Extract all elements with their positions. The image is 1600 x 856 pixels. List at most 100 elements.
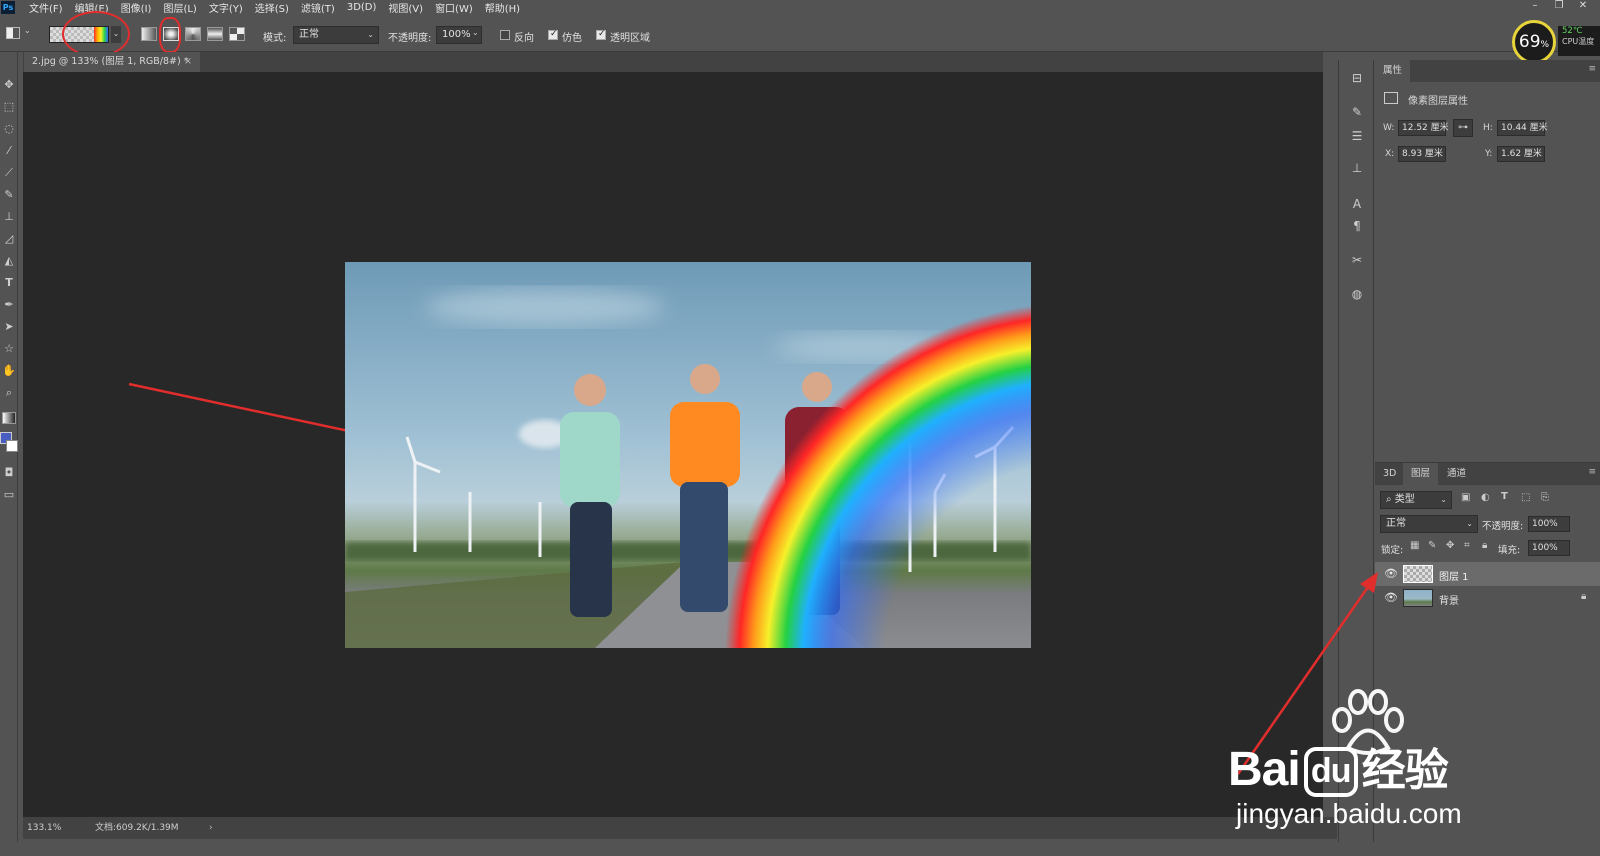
gradient-tool-preset-icon[interactable] — [6, 27, 20, 39]
reverse-label: 反向 — [514, 33, 534, 44]
cpu-usage-widget[interactable]: 69% — [1512, 20, 1556, 64]
layer-name[interactable]: 图层 1 — [1439, 568, 1469, 583]
lock-position-icon[interactable]: ✥ — [1446, 540, 1454, 551]
panel-menu-icon[interactable]: ≡ — [1588, 467, 1596, 477]
eyedropper-tool-icon[interactable]: ⟋ — [2, 166, 16, 180]
menu-layer[interactable]: 图层(L) — [163, 0, 196, 15]
tool-presets-panel-icon[interactable]: ✂ — [1349, 252, 1365, 268]
filter-type-icon[interactable]: T — [1501, 491, 1508, 502]
dither-checkbox[interactable] — [548, 29, 558, 40]
menu-type[interactable]: 文字(Y) — [209, 0, 243, 15]
cpu-temp-label: CPU温度 — [1562, 37, 1595, 46]
filter-pixel-icon[interactable]: ▣ — [1461, 492, 1470, 503]
linear-gradient-button[interactable] — [141, 27, 157, 41]
lasso-tool-icon[interactable]: ◌ — [2, 122, 16, 136]
paragraph-panel-icon[interactable]: ¶ — [1349, 218, 1365, 234]
transparency-label: 透明区域 — [610, 33, 650, 44]
zoom-tool-icon[interactable]: ⌕ — [2, 386, 16, 400]
gradient-tool-icon[interactable] — [2, 412, 16, 424]
tab-3d[interactable]: 3D — [1375, 463, 1404, 485]
brush-tool-icon[interactable]: ✎ — [2, 188, 16, 202]
minimize-button[interactable]: – — [1524, 0, 1546, 12]
close-button[interactable]: ✕ — [1572, 0, 1594, 12]
filter-smart-object-icon[interactable]: ⎘ — [1541, 492, 1549, 503]
y-field[interactable]: 1.62 厘米 — [1497, 146, 1545, 162]
chevron-down-icon: ⌄ — [1440, 495, 1447, 504]
tab-channels[interactable]: 通道 — [1439, 463, 1474, 485]
width-field[interactable]: 12.52 厘米 — [1398, 120, 1449, 136]
panel-menu-icon[interactable]: ≡ — [1588, 64, 1596, 74]
menu-file[interactable]: 文件(F) — [29, 0, 63, 15]
filter-shape-icon[interactable]: ⬚ — [1521, 492, 1530, 503]
close-tab-icon[interactable]: × — [184, 52, 192, 72]
libraries-panel-icon[interactable]: ◍ — [1349, 286, 1365, 302]
tab-layers[interactable]: 图层 — [1403, 463, 1439, 485]
document-size: 文档:609.2K/1.39M — [95, 823, 179, 833]
menu-view[interactable]: 视图(V) — [388, 0, 423, 15]
angle-gradient-button[interactable] — [185, 27, 201, 41]
layer-opacity-field[interactable]: 100% — [1528, 516, 1570, 532]
eraser-tool-icon[interactable]: ◿ — [2, 232, 16, 246]
pen-tool-icon[interactable]: ✒ — [2, 298, 16, 312]
shape-tool-icon[interactable]: ☆ — [2, 342, 16, 356]
chevron-down-icon[interactable]: ⌄ — [24, 26, 31, 35]
layer-filter-dropdown[interactable]: ⌕ 类型 ⌄ — [1380, 491, 1452, 509]
blend-mode-dropdown[interactable]: 正常 ⌄ — [293, 26, 379, 44]
watermark-url: jingyan.baidu.com — [1236, 798, 1462, 829]
watermark-brand-jingyan: 经验 — [1361, 746, 1449, 795]
tab-properties[interactable]: 属性 — [1375, 60, 1411, 82]
brush-panel-icon[interactable]: ✎ — [1349, 104, 1365, 120]
fill-field[interactable]: 100% — [1528, 540, 1570, 556]
type-tool-icon[interactable]: T — [2, 276, 16, 290]
character-panel-icon[interactable]: A — [1349, 196, 1365, 212]
stamp-tool-icon[interactable]: ⊥ — [2, 210, 16, 224]
layer-row[interactable]: 👁︎ 背景 🔒︎ — [1375, 586, 1600, 610]
layer-blend-mode-dropdown[interactable]: 正常 ⌄ — [1380, 515, 1478, 533]
layer-name[interactable]: 背景 — [1439, 592, 1459, 607]
clone-source-panel-icon[interactable]: ⊥ — [1349, 160, 1365, 176]
layer-thumbnail — [1403, 565, 1433, 583]
filter-adjustment-icon[interactable]: ◐ — [1481, 492, 1490, 503]
path-selection-tool-icon[interactable]: ➤ — [2, 320, 16, 334]
layer-row[interactable]: 👁︎ 图层 1 — [1375, 562, 1600, 586]
diamond-gradient-button[interactable] — [229, 27, 245, 41]
cpu-usage-unit: % — [1540, 40, 1550, 50]
annotation-circle — [62, 11, 130, 57]
transparency-checkbox[interactable] — [596, 29, 606, 40]
lock-all-icon[interactable]: 🔒︎ — [1482, 540, 1487, 551]
status-bar: 133.1% 文档:609.2K/1.39M › — [23, 817, 1337, 839]
link-icon[interactable]: ⊶ — [1453, 119, 1473, 137]
document-tab[interactable]: 2.jpg @ 133% (图层 1, RGB/8#) * × — [24, 52, 200, 72]
chevron-down-icon[interactable]: ⌄ — [472, 28, 479, 37]
lock-transparent-icon[interactable]: ▦ — [1410, 540, 1419, 551]
zoom-level[interactable]: 133.1% — [27, 817, 61, 839]
menu-select[interactable]: 选择(S) — [255, 0, 289, 15]
reverse-checkbox[interactable] — [500, 30, 510, 40]
lock-artboard-icon[interactable]: ⌗ — [1464, 540, 1470, 551]
photo-illustration — [345, 262, 1031, 648]
menu-window[interactable]: 窗口(W) — [435, 0, 473, 15]
lock-image-icon[interactable]: ✎ — [1428, 540, 1436, 551]
photoshop-logo[interactable]: Ps — [1, 0, 15, 14]
history-panel-icon[interactable]: ⊟ — [1349, 70, 1365, 86]
menu-3d[interactable]: 3D(D) — [347, 2, 377, 13]
menu-image[interactable]: 图像(I) — [121, 0, 152, 15]
restore-button[interactable]: ❐ — [1548, 0, 1570, 12]
quick-mask-icon[interactable]: ◘ — [2, 466, 16, 480]
background-color-swatch[interactable] — [6, 440, 18, 452]
x-field[interactable]: 8.93 厘米 — [1398, 146, 1446, 162]
magic-wand-tool-icon[interactable]: ⁄ — [2, 144, 16, 158]
adjustments-panel-icon[interactable]: ☰ — [1349, 128, 1365, 144]
move-tool-icon[interactable]: ✥ — [2, 78, 16, 92]
paint-bucket-tool-icon[interactable]: ◭ — [2, 254, 16, 268]
marquee-tool-icon[interactable]: ⬚ — [2, 100, 16, 114]
canvas-photo[interactable] — [345, 262, 1031, 648]
reflected-gradient-button[interactable] — [207, 27, 223, 41]
height-field[interactable]: 10.44 厘米 — [1497, 120, 1548, 136]
menu-filter[interactable]: 滤镜(T) — [301, 0, 335, 15]
status-menu-chevron-icon[interactable]: › — [209, 817, 213, 839]
document-tab-strip — [23, 52, 1323, 72]
menu-help[interactable]: 帮助(H) — [485, 0, 520, 15]
hand-tool-icon[interactable]: ✋ — [2, 364, 16, 378]
screen-mode-icon[interactable]: ▭ — [2, 488, 16, 502]
